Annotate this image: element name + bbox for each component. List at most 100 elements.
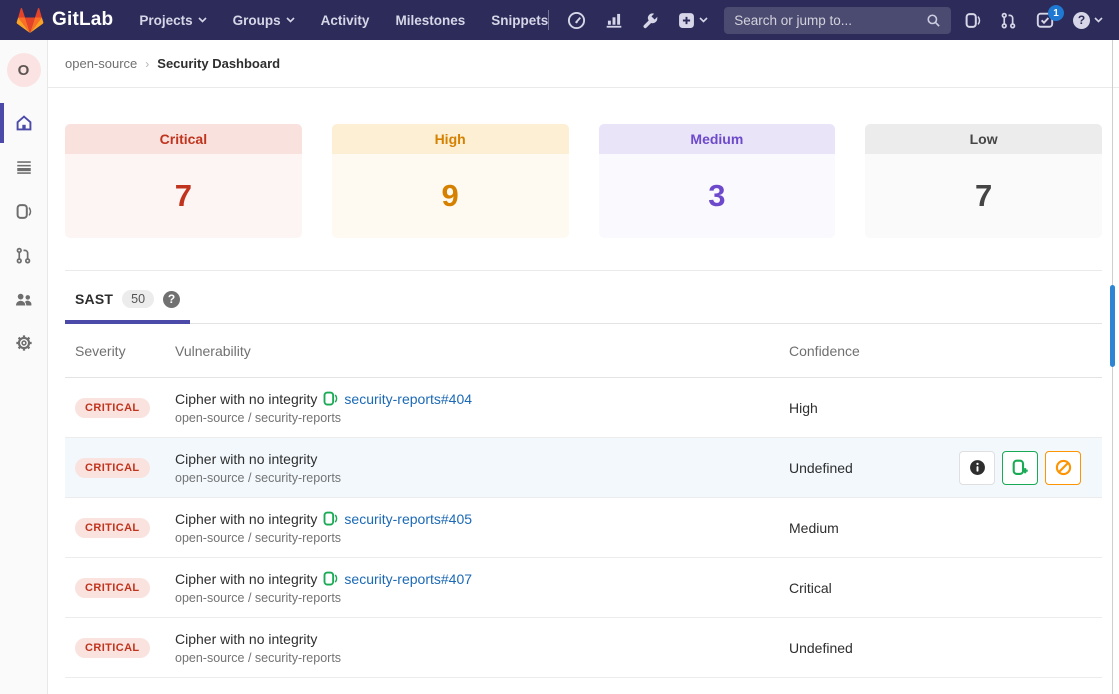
- col-vulnerability: Vulnerability: [175, 343, 789, 359]
- card-high-label: High: [332, 124, 569, 154]
- sidebar-item-issues[interactable]: [0, 189, 47, 233]
- severity-badge: CRITICAL: [75, 398, 150, 418]
- vulnerability-title: Cipher with no integrity: [175, 391, 317, 407]
- breadcrumb: open-source › Security Dashboard: [48, 40, 1119, 88]
- table-header: Severity Vulnerability Confidence: [65, 324, 1102, 378]
- confidence-value: High: [789, 400, 1102, 416]
- card-low-label: Low: [865, 124, 1102, 154]
- table-row[interactable]: CRITICAL Cipher with no integrity securi…: [65, 558, 1102, 618]
- confidence-value: Medium: [789, 520, 1102, 536]
- card-low: Low 7: [865, 124, 1102, 238]
- left-sidebar: O: [0, 40, 48, 694]
- logo-wordmark: GitLab: [52, 9, 113, 31]
- breadcrumb-page[interactable]: Security Dashboard: [157, 56, 280, 71]
- charts-icon[interactable]: [605, 11, 623, 29]
- sidebar-item-members[interactable]: [0, 277, 47, 321]
- group-avatar[interactable]: O: [7, 53, 41, 87]
- severity-badge: CRITICAL: [75, 518, 150, 538]
- navbar-icon-group: [567, 11, 708, 30]
- chevron-down-icon: [198, 17, 207, 23]
- chevron-down-icon: [286, 17, 295, 23]
- todos-icon[interactable]: 1: [1036, 11, 1054, 29]
- merge-requests-icon: [15, 247, 32, 264]
- nav-milestones[interactable]: Milestones: [395, 13, 465, 28]
- card-medium-label: Medium: [599, 124, 836, 154]
- confidence-value: Critical: [789, 580, 1102, 596]
- issues-icon[interactable]: [965, 12, 981, 29]
- sidebar-item-settings[interactable]: [0, 321, 47, 365]
- epics-list-icon: [15, 158, 33, 176]
- nav-projects[interactable]: Projects: [139, 13, 206, 28]
- home-icon: [15, 114, 33, 132]
- create-issue-button[interactable]: [1002, 451, 1038, 485]
- search-icon: [926, 13, 941, 28]
- tanuki-icon: [16, 7, 44, 34]
- sidebar-item-merge-requests[interactable]: [0, 233, 47, 277]
- confidence-value: Undefined: [789, 640, 1102, 656]
- card-high: High 9: [332, 124, 569, 238]
- issue-icon: [323, 391, 338, 406]
- help-icon[interactable]: ?: [1073, 12, 1103, 29]
- chevron-down-icon: [699, 17, 708, 23]
- admin-wrench-icon[interactable]: [642, 12, 659, 29]
- card-critical-count: 7: [65, 154, 302, 238]
- tab-sast[interactable]: SAST 50 ?: [65, 271, 190, 324]
- help-icon[interactable]: ?: [163, 291, 180, 308]
- sidebar-item-overview[interactable]: [0, 101, 47, 145]
- sidebar-item-epics[interactable]: [0, 145, 47, 189]
- card-medium: Medium 3: [599, 124, 836, 238]
- nav-snippets[interactable]: Snippets: [491, 13, 548, 28]
- search-input[interactable]: [734, 13, 926, 28]
- breadcrumb-group[interactable]: open-source: [65, 56, 137, 71]
- table-row[interactable]: CRITICAL Cipher with no integrity securi…: [65, 378, 1102, 438]
- dismiss-icon: [1055, 459, 1072, 476]
- severity-badge: CRITICAL: [75, 458, 150, 478]
- security-dashboard-content: Critical 7 High 9 Medium 3 Low 7 SAST 50…: [48, 124, 1119, 678]
- severity-badge: CRITICAL: [75, 638, 150, 658]
- issue-link[interactable]: security-reports#405: [344, 511, 472, 527]
- card-low-count: 7: [865, 154, 1102, 238]
- vulnerability-title: Cipher with no integrity: [175, 511, 317, 527]
- project-path: open-source / security-reports: [175, 591, 789, 605]
- gear-icon: [15, 334, 33, 352]
- col-severity: Severity: [75, 343, 175, 359]
- issue-icon: [323, 511, 338, 526]
- todo-count-badge: 1: [1048, 5, 1064, 21]
- dismiss-button[interactable]: [1045, 451, 1081, 485]
- report-tabs: SAST 50 ?: [65, 271, 1102, 324]
- issues-icon: [16, 203, 32, 220]
- severity-summary: Critical 7 High 9 Medium 3 Low 7: [65, 124, 1102, 238]
- table-row[interactable]: CRITICAL Cipher with no integrity open-s…: [65, 618, 1102, 678]
- chevron-down-icon: [1094, 17, 1103, 23]
- navbar-right-group: 1 ?: [965, 11, 1103, 29]
- new-issue-icon: [1012, 459, 1029, 476]
- global-search[interactable]: [724, 7, 951, 34]
- col-confidence: Confidence: [789, 343, 1102, 359]
- vulnerability-title: Cipher with no integrity: [175, 451, 317, 467]
- dashboard-gauge-icon[interactable]: [567, 11, 586, 30]
- vulnerability-title: Cipher with no integrity: [175, 571, 317, 587]
- card-high-count: 9: [332, 154, 569, 238]
- project-path: open-source / security-reports: [175, 471, 789, 485]
- card-medium-count: 3: [599, 154, 836, 238]
- sast-count-badge: 50: [122, 290, 154, 308]
- issue-link[interactable]: security-reports#404: [344, 391, 472, 407]
- nav-activity[interactable]: Activity: [321, 13, 370, 28]
- table-row[interactable]: CRITICAL Cipher with no integrity securi…: [65, 498, 1102, 558]
- scrollbar-thumb[interactable]: [1110, 285, 1115, 367]
- gitlab-logo[interactable]: GitLab: [16, 7, 113, 34]
- more-info-button[interactable]: [959, 451, 995, 485]
- merge-requests-icon[interactable]: [1000, 12, 1017, 29]
- sidebar-nav: [0, 101, 47, 365]
- nav-groups[interactable]: Groups: [233, 13, 295, 28]
- vulnerability-title: Cipher with no integrity: [175, 631, 317, 647]
- new-menu-icon[interactable]: [678, 12, 708, 29]
- primary-nav: Projects Groups Activity Milestones Snip…: [139, 13, 548, 28]
- severity-badge: CRITICAL: [75, 578, 150, 598]
- table-row-hovered[interactable]: CRITICAL Cipher with no integrity open-s…: [65, 438, 1102, 498]
- issue-link[interactable]: security-reports#407: [344, 571, 472, 587]
- members-icon: [14, 290, 33, 309]
- breadcrumb-separator-icon: ›: [145, 57, 149, 71]
- issue-icon: [323, 571, 338, 586]
- top-navbar: GitLab Projects Groups Activity Mileston…: [0, 0, 1119, 40]
